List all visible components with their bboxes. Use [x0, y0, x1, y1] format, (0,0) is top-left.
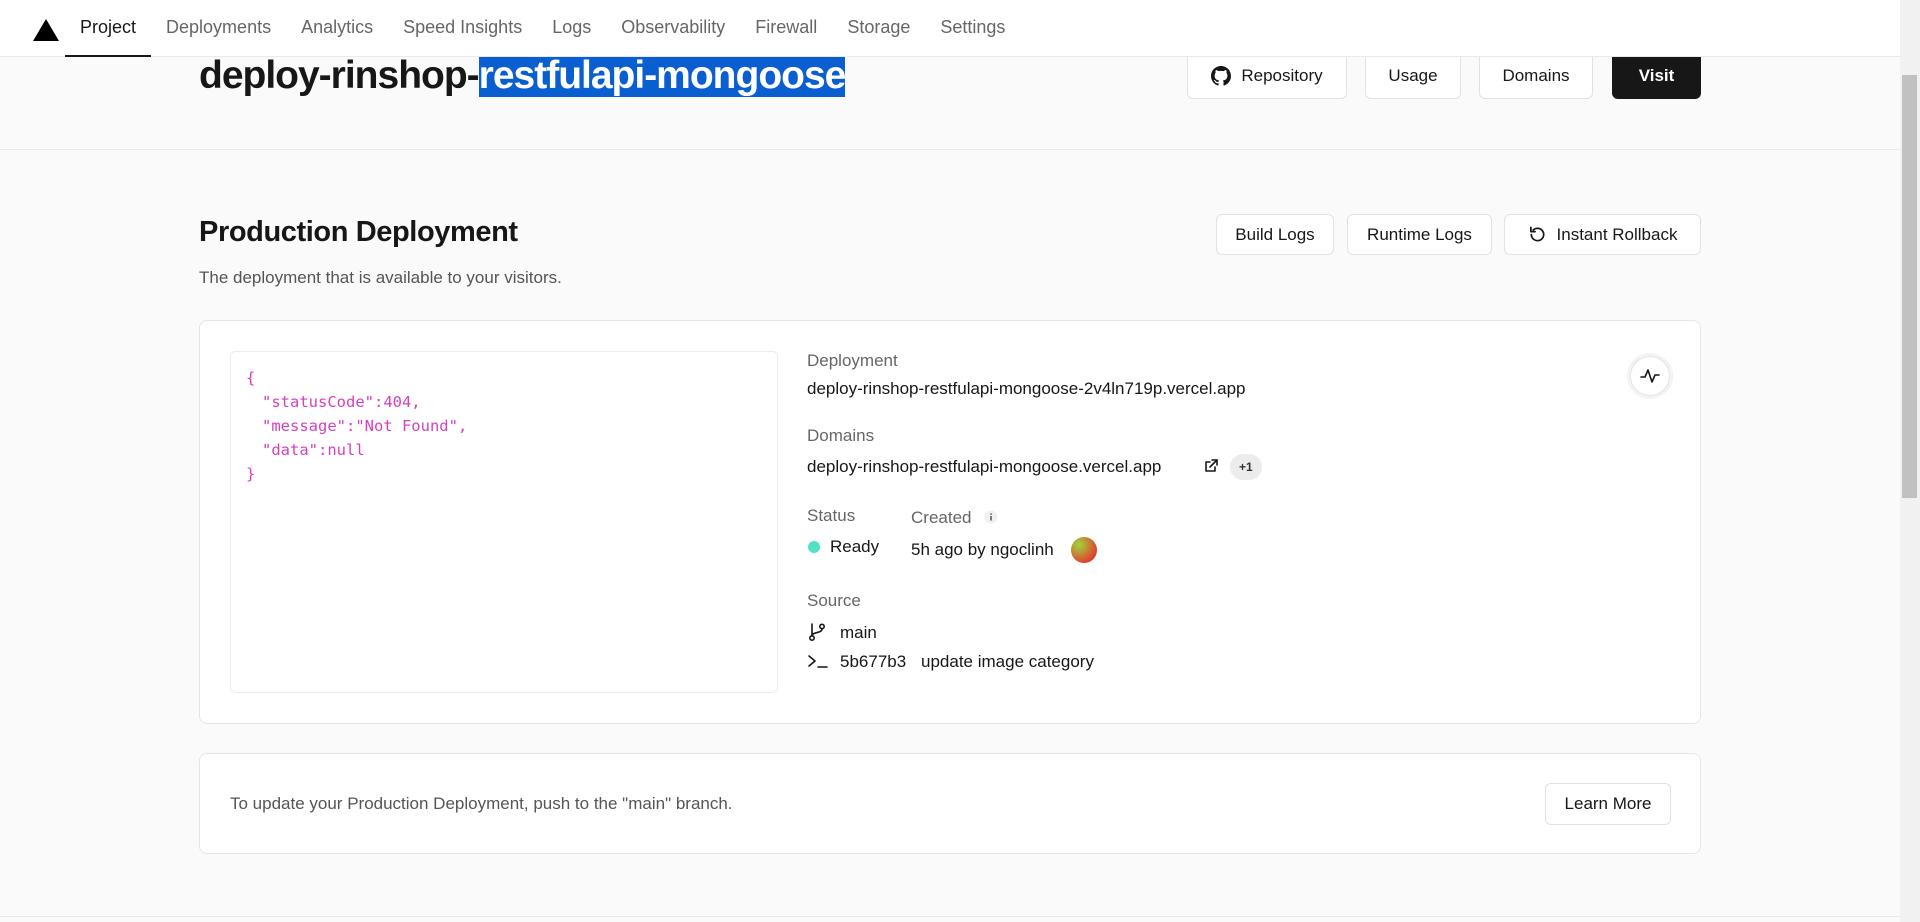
deployment-card: { "statusCode":404, "message":"Not Found…: [199, 320, 1701, 724]
instant-rollback-button[interactable]: Instant Rollback: [1504, 214, 1701, 255]
domains-count-badge[interactable]: +1: [1230, 454, 1262, 480]
vercel-logo-icon[interactable]: [32, 18, 60, 42]
deployment-label: Deployment: [807, 351, 898, 370]
project-title-selected: restfulapi-mongoose: [478, 54, 846, 97]
bottom-divider: [0, 916, 1900, 917]
terminal-icon: [808, 655, 828, 668]
json-line-message: "message":"Not Found",: [262, 417, 468, 435]
project-title: deploy-rinshop-restfulapi-mongoose: [199, 51, 846, 101]
commit-hash-link[interactable]: 5b677b3: [840, 652, 906, 672]
activity-button[interactable]: [1630, 356, 1670, 396]
build-logs-button[interactable]: Build Logs: [1216, 214, 1334, 255]
visit-button[interactable]: Visit: [1612, 52, 1701, 99]
instant-rollback-label: Instant Rollback: [1556, 224, 1678, 244]
update-info-card: To update your Production Deployment, pu…: [199, 753, 1701, 854]
deployment-url-link[interactable]: deploy-rinshop-restfulapi-mongoose-2v4ln…: [807, 379, 1245, 399]
domains-field-label: Domains: [807, 426, 875, 445]
domains-button[interactable]: Domains: [1479, 52, 1593, 99]
runtime-logs-label: Runtime Logs: [1367, 224, 1472, 244]
production-deployment-title: Production Deployment: [199, 216, 518, 248]
production-deployment-subtitle: The deployment that is available to your…: [199, 268, 562, 287]
repository-button[interactable]: Repository: [1187, 52, 1347, 99]
status-value: Ready: [830, 537, 880, 556]
nav-tabs: Project Deployments Analytics Speed Insi…: [65, 0, 1020, 57]
deployment-preview[interactable]: { "statusCode":404, "message":"Not Found…: [230, 351, 778, 693]
git-branch-icon: [808, 623, 826, 642]
branch-link[interactable]: main: [840, 623, 877, 643]
tab-analytics[interactable]: Analytics: [286, 0, 388, 56]
info-icon[interactable]: [984, 510, 998, 524]
scrollbar[interactable]: [1900, 0, 1920, 922]
build-logs-label: Build Logs: [1235, 224, 1315, 244]
runtime-logs-button[interactable]: Runtime Logs: [1347, 214, 1492, 255]
repository-label: Repository: [1241, 65, 1323, 85]
external-link-icon[interactable]: [1203, 458, 1219, 474]
json-line-status-code: "statusCode":404,: [262, 393, 421, 411]
usage-label: Usage: [1388, 65, 1438, 85]
tab-deployments[interactable]: Deployments: [151, 0, 286, 56]
visit-label: Visit: [1638, 65, 1675, 85]
json-close-brace: }: [246, 465, 256, 483]
github-icon: [1211, 65, 1232, 86]
status-label: Status: [807, 506, 856, 525]
top-nav: Project Deployments Analytics Speed Insi…: [0, 0, 1900, 57]
tab-firewall[interactable]: Firewall: [740, 0, 832, 56]
update-info-text: To update your Production Deployment, pu…: [230, 794, 733, 813]
avatar[interactable]: [1071, 537, 1097, 563]
usage-button[interactable]: Usage: [1365, 52, 1461, 99]
tab-settings[interactable]: Settings: [925, 0, 1020, 56]
domain-url-link[interactable]: deploy-rinshop-restfulapi-mongoose.verce…: [807, 457, 1161, 477]
status-dot: [808, 541, 820, 553]
commit-message: update image category: [921, 652, 1094, 671]
scrollbar-thumb[interactable]: [1902, 75, 1917, 498]
created-value: 5h ago by ngoclinh: [911, 540, 1054, 559]
rollback-icon: [1529, 226, 1545, 242]
learn-more-label: Learn More: [1564, 794, 1652, 813]
source-label: Source: [807, 591, 861, 610]
domains-label: Domains: [1502, 65, 1570, 85]
learn-more-button[interactable]: Learn More: [1545, 783, 1671, 825]
json-line-data: "data":null: [262, 441, 365, 459]
json-open-brace: {: [246, 369, 256, 387]
activity-icon: [1640, 369, 1660, 383]
project-title-prefix: deploy-rinshop-: [199, 54, 480, 97]
tab-logs[interactable]: Logs: [537, 0, 606, 56]
tab-project[interactable]: Project: [65, 0, 152, 57]
created-label: Created: [911, 508, 972, 527]
tab-speed-insights[interactable]: Speed Insights: [388, 0, 537, 56]
tab-storage[interactable]: Storage: [832, 0, 925, 56]
tab-observability[interactable]: Observability: [606, 0, 740, 56]
